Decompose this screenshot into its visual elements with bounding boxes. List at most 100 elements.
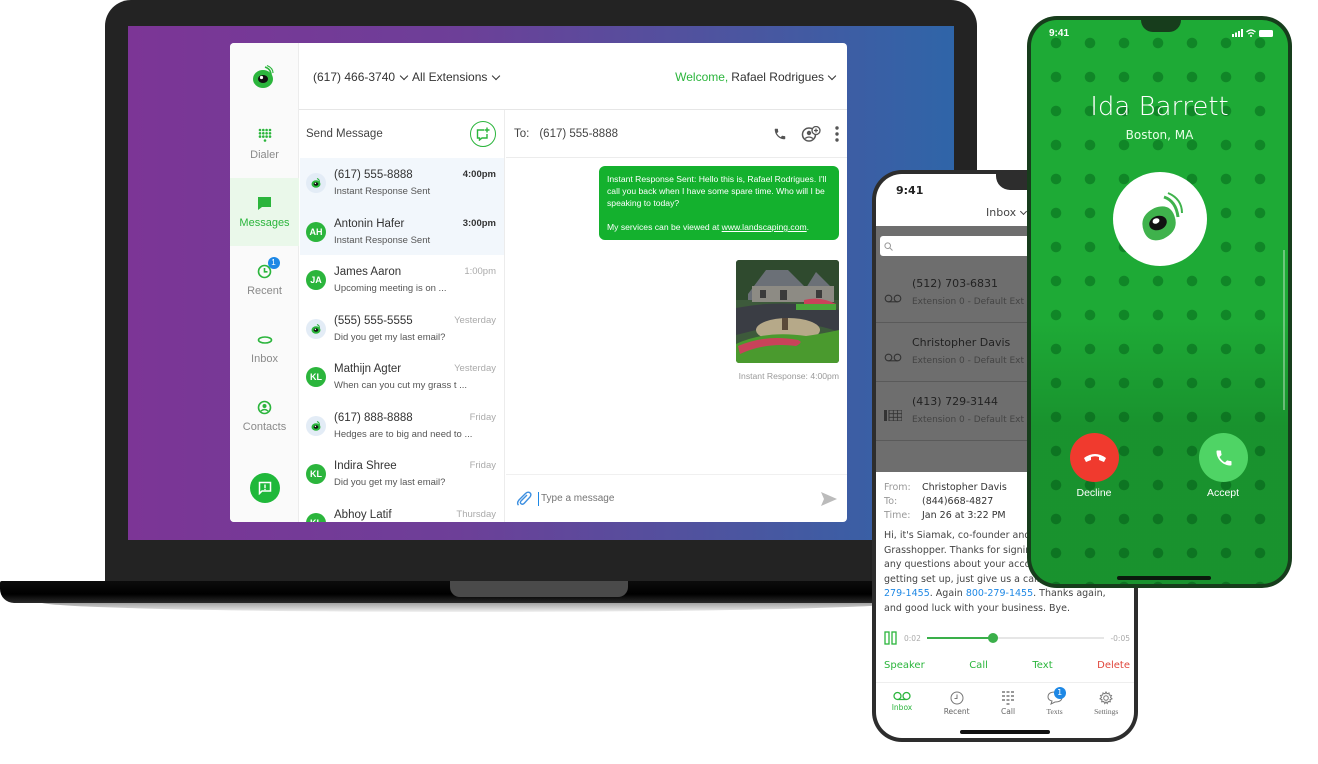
conversation-name: Antonin Hafer [334, 217, 405, 230]
conversation-name: (555) 555-5555 [334, 314, 413, 327]
conversation-preview: Did you get my last email? [334, 331, 446, 343]
conversation-item[interactable]: JA James Aaron Upcoming meeting is on ... 1… [300, 255, 504, 304]
dialpad-icon [257, 128, 273, 144]
from-label: From: [884, 482, 911, 493]
conversation-name: James Aaron [334, 266, 402, 278]
signal-icon [1232, 29, 1243, 37]
to-value: (844)668-4827 [922, 496, 994, 507]
recent-badge: 1 [267, 256, 280, 269]
phone-link[interactable]: 800-279-1455 [966, 588, 1033, 599]
tab-label: Call [1001, 707, 1016, 716]
tab-label: Recent [943, 707, 970, 716]
list-title: Send Message [306, 128, 383, 140]
message-composer [506, 474, 847, 522]
user-name: Rafael Rodrigues [731, 70, 824, 84]
nav-rail: Dialer Messages 1 Recent Inbox Contacts [230, 110, 299, 522]
conversation-preview: Did you get my last email? [334, 477, 446, 488]
playback-slider[interactable] [926, 633, 1105, 643]
inbox-item-title: (413) 729-3144 [912, 395, 999, 408]
app-header: (617) 466-3740 All Extensions Welcome, R… [230, 43, 847, 110]
marketing-composite: (617) 466-3740 All Extensions Welcome, R… [0, 0, 1318, 764]
status-time: 9:41 [1049, 28, 1070, 39]
message-input[interactable] [538, 491, 815, 506]
chat-pane: To: (617) 555-8888 Instant Response Sent… [506, 110, 847, 522]
feedback-button[interactable] [250, 473, 280, 503]
conversation-item[interactable]: (617) 555-8888 Instant Response Sent 4:00p… [300, 158, 504, 207]
attached-photo[interactable] [736, 260, 839, 363]
call-button[interactable]: Call [969, 660, 988, 671]
time-value: Jan 26 at 3:22 PM [922, 510, 1006, 521]
decline-label: Decline [1076, 487, 1112, 499]
extensions-dropdown[interactable]: All Extensions [412, 70, 501, 84]
caller-location: Boston, MA [1125, 128, 1194, 142]
tab-label: Settings [1094, 707, 1119, 716]
app-logo[interactable] [230, 43, 299, 110]
phone-icon[interactable] [773, 127, 787, 141]
playback-progress [926, 637, 993, 639]
voicemail-icon [257, 332, 273, 348]
delete-button[interactable]: Delete [1097, 660, 1130, 671]
conversation-preview: Upcoming meeting is on ... [334, 283, 447, 294]
paperclip-icon[interactable] [516, 490, 532, 507]
conversation-list: Send Message (617) 555-8888 Instant Respo… [300, 110, 505, 522]
phone-number-dropdown[interactable]: (617) 466-3740 [313, 70, 409, 84]
avatar: KL [306, 512, 326, 522]
text-button[interactable]: Text [1032, 660, 1052, 671]
conversation-item[interactable]: (617) 888-8888 Hedges are to big and need… [300, 401, 504, 450]
avatar: JA [306, 270, 326, 290]
conversation-name: Mathijn Agter [334, 363, 402, 375]
conversation-time: 4:00pm [462, 169, 496, 180]
inbox-item-title: (512) 703-6831 [912, 277, 999, 290]
nav-item-inbox[interactable]: Inbox [230, 314, 299, 382]
conversation-time: 3:00pm [462, 217, 496, 229]
conversation-preview: Instant Response Sent [334, 234, 431, 246]
website-link[interactable]: www.landscaping.com [722, 222, 807, 232]
avatar: AH [306, 221, 326, 242]
accept-call-button[interactable] [1199, 433, 1248, 482]
nav-item-dialer[interactable]: Dialer [230, 110, 299, 178]
user-menu[interactable]: Welcome, Rafael Rodrigues [675, 70, 837, 84]
conversation-item[interactable]: (555) 555-5555 Did you get my last email?… [300, 304, 504, 353]
conversation-item[interactable]: AH Antonin Hafer Instant Response Sent 3:00… [300, 206, 504, 255]
time-label: Time: [884, 510, 911, 521]
nav-item-messages[interactable]: Messages [230, 178, 299, 246]
new-message-button[interactable] [470, 121, 496, 147]
services-prefix: My services can be viewed at [607, 222, 722, 232]
speaker-button[interactable]: Speaker [884, 660, 925, 671]
tab-settings[interactable]: Settings [1094, 691, 1118, 738]
nav-item-recent[interactable]: 1 Recent [230, 246, 299, 314]
laptop-notch [450, 581, 628, 597]
decline-call-button[interactable] [1070, 433, 1119, 482]
conversation-item[interactable]: KL Mathijn Agter When can you cut my grass… [300, 352, 504, 401]
chat-header: To: (617) 555-8888 [506, 110, 847, 158]
conversation-name: (617) 888-8888 [334, 411, 413, 424]
avatar: KL [306, 464, 326, 484]
avatar [306, 318, 326, 339]
playback-knob[interactable] [987, 633, 998, 643]
conversation-preview: Instant Response Sent [334, 186, 431, 197]
nav-label: Messages [239, 216, 290, 229]
more-options-icon[interactable] [835, 125, 839, 142]
message-icon [257, 196, 273, 212]
avatar: KL [306, 367, 326, 387]
conversation-item[interactable]: KL Abhoy Latif Thursday [300, 498, 504, 522]
voicemail-actions: Speaker Call Text Delete [884, 660, 1130, 671]
to-label: To: [884, 496, 898, 507]
voicemail-icon [884, 288, 902, 307]
conversation-item[interactable]: KL Indira Shree Did you get my last email?… [300, 449, 504, 498]
conversation-time: Yesterday [454, 314, 496, 326]
battery-icon [1259, 29, 1273, 37]
add-contact-icon[interactable] [801, 125, 821, 142]
tab-inbox[interactable]: Inbox [892, 691, 912, 738]
nav-item-contacts[interactable]: Contacts [230, 382, 299, 450]
send-icon[interactable] [821, 491, 837, 506]
pause-icon[interactable] [884, 631, 898, 645]
home-indicator [960, 730, 1050, 734]
inbox-filter-dropdown[interactable]: Inbox [986, 206, 1028, 219]
grasshopper-logo-icon [253, 64, 274, 88]
conversation-preview: Hedges are to big and need to ... [334, 428, 473, 440]
incoming-call-screen: 9:41 Ida Barrett Boston, MA Decline Acce… [1031, 20, 1288, 584]
caller-name: Ida Barrett [1090, 92, 1229, 122]
list-header: Send Message [300, 110, 504, 158]
conversation-name: (617) 555-8888 [334, 169, 413, 181]
